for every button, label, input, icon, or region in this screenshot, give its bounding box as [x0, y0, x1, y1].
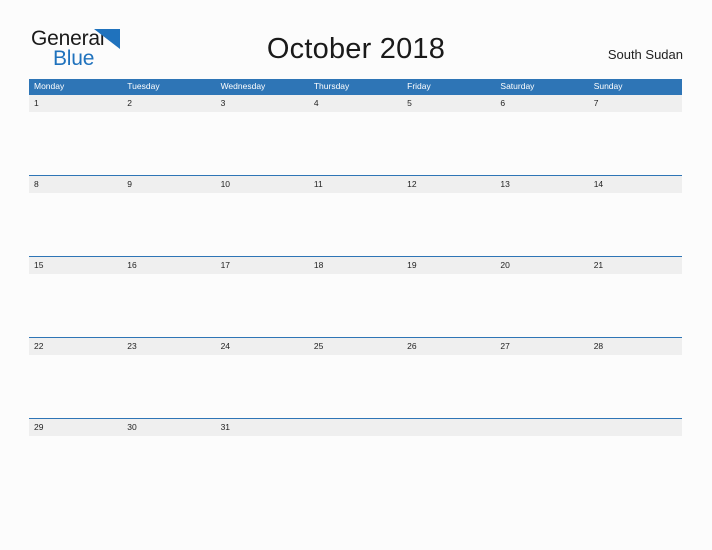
- week-note-area[interactable]: [29, 274, 682, 337]
- week-note-area[interactable]: [29, 112, 682, 175]
- day-cell[interactable]: 26: [402, 338, 495, 355]
- day-cell[interactable]: 12: [402, 176, 495, 193]
- day-cell[interactable]: 8: [29, 176, 122, 193]
- day-cell[interactable]: 2: [122, 95, 215, 112]
- day-cell[interactable]: 13: [495, 176, 588, 193]
- day-cell[interactable]: 10: [216, 176, 309, 193]
- day-cell-empty: [402, 419, 495, 436]
- weekday-header-row: Monday Tuesday Wednesday Thursday Friday…: [29, 79, 682, 94]
- weekday-header-tuesday: Tuesday: [127, 81, 160, 91]
- day-cell[interactable]: 24: [216, 338, 309, 355]
- day-cell[interactable]: 23: [122, 338, 215, 355]
- day-cell[interactable]: 16: [122, 257, 215, 274]
- calendar-week-row: 1 2 3 4 5 6 7: [29, 94, 682, 175]
- day-cell[interactable]: 1: [29, 95, 122, 112]
- day-cell-empty: [589, 419, 682, 436]
- week-date-band: 22 23 24 25 26 27 28: [29, 338, 682, 355]
- calendar-week-row: 8 9 10 11 12 13 14: [29, 175, 682, 256]
- week-note-area[interactable]: [29, 193, 682, 256]
- day-cell[interactable]: 25: [309, 338, 402, 355]
- week-note-area[interactable]: [29, 436, 682, 499]
- calendar-week-row: 22 23 24 25 26 27 28: [29, 337, 682, 418]
- day-cell-empty: [309, 419, 402, 436]
- day-cell[interactable]: 27: [495, 338, 588, 355]
- day-cell[interactable]: 18: [309, 257, 402, 274]
- day-cell[interactable]: 9: [122, 176, 215, 193]
- week-date-band: 15 16 17 18 19 20 21: [29, 257, 682, 274]
- day-cell[interactable]: 6: [495, 95, 588, 112]
- day-cell[interactable]: 3: [216, 95, 309, 112]
- day-cell[interactable]: 30: [122, 419, 215, 436]
- calendar-week-row: 29 30 31: [29, 418, 682, 499]
- weekday-header-wednesday: Wednesday: [220, 81, 266, 91]
- week-date-band: 8 9 10 11 12 13 14: [29, 176, 682, 193]
- day-cell[interactable]: 11: [309, 176, 402, 193]
- region-label: South Sudan: [607, 47, 683, 62]
- page-title: October 2018: [266, 33, 446, 65]
- day-cell[interactable]: 22: [29, 338, 122, 355]
- day-cell[interactable]: 20: [495, 257, 588, 274]
- day-cell[interactable]: 7: [589, 95, 682, 112]
- week-date-band: 29 30 31: [29, 419, 682, 436]
- day-cell[interactable]: 31: [216, 419, 309, 436]
- day-cell-empty: [495, 419, 588, 436]
- weekday-header-friday: Friday: [407, 81, 431, 91]
- weekday-header-saturday: Saturday: [500, 81, 535, 91]
- weekday-header-monday: Monday: [34, 81, 65, 91]
- day-cell[interactable]: 5: [402, 95, 495, 112]
- calendar-week-row: 15 16 17 18 19 20 21: [29, 256, 682, 337]
- weekday-header-thursday: Thursday: [313, 81, 350, 91]
- week-note-area[interactable]: [29, 355, 682, 418]
- week-date-band: 1 2 3 4 5 6 7: [29, 95, 682, 112]
- day-cell[interactable]: 15: [29, 257, 122, 274]
- page-header: General Blue October 2018 South Sudan: [0, 0, 712, 79]
- day-cell[interactable]: 17: [216, 257, 309, 274]
- day-cell[interactable]: 19: [402, 257, 495, 274]
- day-cell[interactable]: 21: [589, 257, 682, 274]
- weekday-header-sunday: Sunday: [593, 81, 623, 91]
- calendar-grid: Monday Tuesday Wednesday Thursday Friday…: [29, 79, 682, 499]
- day-cell[interactable]: 4: [309, 95, 402, 112]
- day-cell[interactable]: 14: [589, 176, 682, 193]
- day-cell[interactable]: 29: [29, 419, 122, 436]
- day-cell[interactable]: 28: [589, 338, 682, 355]
